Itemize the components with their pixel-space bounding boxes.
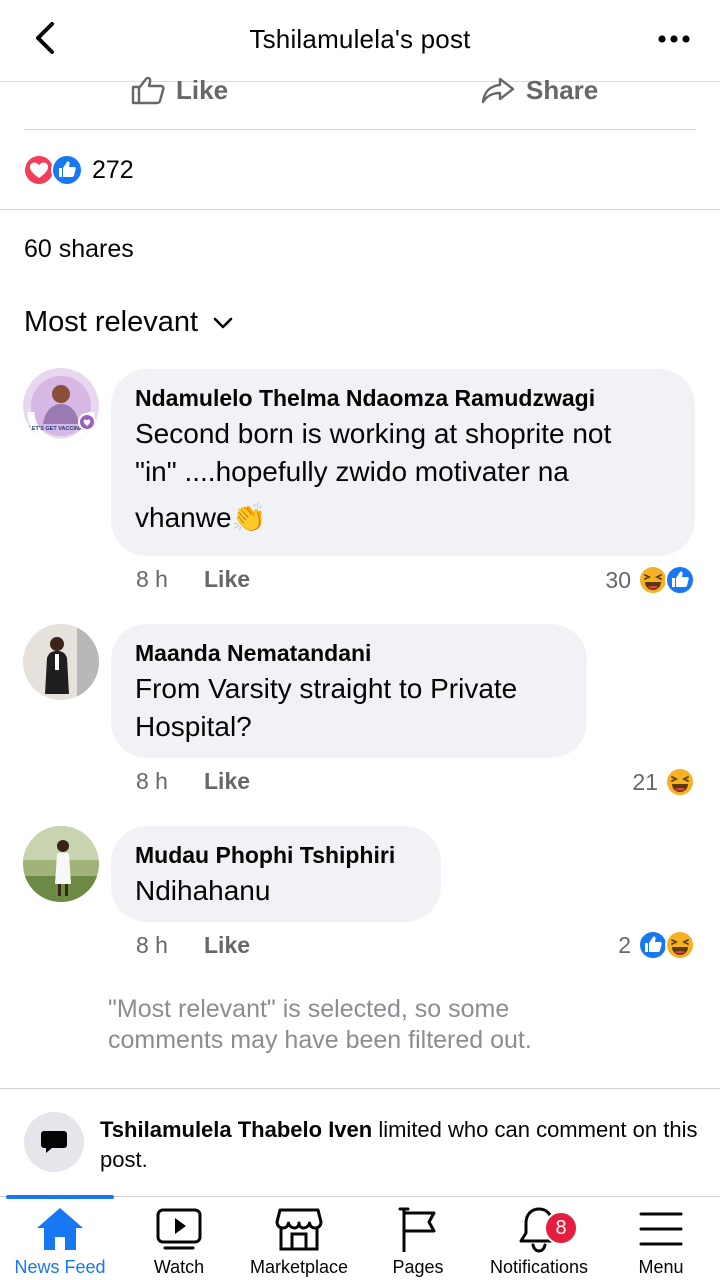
- comment-meta: 8 h Like: [136, 932, 250, 959]
- comment-time: 8 h: [136, 566, 168, 592]
- comment-like-button[interactable]: Like: [204, 932, 250, 959]
- top-bar: Tshilamulela's post: [0, 0, 720, 82]
- filter-notice-line: comments may have been filtered out.: [108, 1026, 532, 1054]
- post-like-label: Like: [176, 74, 229, 105]
- limit-notice-text: post.: [100, 1147, 148, 1172]
- comment-time: 8 h: [136, 932, 168, 958]
- comment-line: Hospital?: [135, 711, 252, 742]
- reactions-summary[interactable]: 272: [22, 150, 134, 190]
- sort-label: Most relevant: [24, 306, 199, 338]
- post-like-button[interactable]: Like: [130, 75, 228, 105]
- comment-reaction-count: 30: [605, 566, 631, 593]
- comment-reaction-count: 21: [632, 768, 658, 795]
- tab-label: News Feed: [14, 1257, 106, 1277]
- comment-line: From Varsity straight to Private: [135, 673, 518, 704]
- haha-reaction-icon: [665, 930, 695, 960]
- comment-author[interactable]: Ndamulelo Thelma Ndaomza Ramudzwagi: [135, 383, 671, 413]
- bottom-tab-bar: News Feed Watch Marketplace Pages 8 Noti…: [0, 1195, 720, 1280]
- limit-notice-text: limited who can comment on this: [372, 1117, 698, 1142]
- comment-line: Ndihahanu: [135, 875, 271, 906]
- divider: [0, 209, 720, 210]
- comment-meta: 8 h Like: [136, 768, 250, 795]
- avatar[interactable]: LET'S GET VACCINATED: [23, 368, 99, 444]
- tab-label: Notifications: [489, 1257, 589, 1277]
- comment-like-button[interactable]: Like: [204, 566, 250, 593]
- limit-notice-author[interactable]: Tshilamulela Thabelo Iven: [100, 1117, 372, 1142]
- tab-label: Watch: [153, 1257, 205, 1277]
- tab-notifications[interactable]: 8 Notifications: [476, 1197, 602, 1280]
- filter-notice: "Most relevant" is selected, so some com…: [108, 994, 628, 1056]
- comment-bubble[interactable]: Ndamulelo Thelma Ndaomza Ramudzwagi Seco…: [111, 369, 695, 556]
- comment-text: From Varsity straight to Private Hospita…: [135, 670, 563, 746]
- comment-author[interactable]: Maanda Nematandani: [135, 638, 563, 668]
- avatar[interactable]: [23, 624, 99, 700]
- comment-reaction-count: 2: [618, 931, 631, 958]
- share-icon: [481, 77, 515, 104]
- comment-limit-notice: Tshilamulela Thabelo Iven limited who ca…: [100, 1115, 720, 1175]
- shares-count[interactable]: 60 shares: [24, 235, 134, 264]
- avatar[interactable]: [23, 826, 99, 902]
- post-actions: Like Share: [24, 75, 696, 130]
- tab-pages[interactable]: Pages: [360, 1197, 476, 1280]
- comment-line: "in" ....hopefully zwido motivater na: [135, 456, 569, 487]
- comment-meta: 8 h Like: [136, 566, 250, 593]
- tab-label: Menu: [638, 1257, 684, 1277]
- comment-reactions[interactable]: 21: [632, 766, 696, 798]
- speech-bubble-icon: [41, 1131, 67, 1153]
- comment-line: vhanwe👏: [135, 502, 267, 533]
- tab-marketplace[interactable]: Marketplace: [238, 1197, 360, 1280]
- comment-reactions[interactable]: 30: [605, 564, 696, 596]
- comment-bubble[interactable]: Maanda Nematandani From Varsity straight…: [111, 624, 587, 758]
- flag-icon: [398, 1207, 436, 1252]
- divider: [0, 1088, 720, 1089]
- notification-badge: 8: [544, 1211, 578, 1245]
- tab-menu[interactable]: Menu: [602, 1197, 720, 1280]
- thumbs-up-outline-icon: [131, 76, 165, 105]
- tab-watch[interactable]: Watch: [120, 1197, 238, 1280]
- home-icon: [37, 1208, 83, 1250]
- watch-icon: [156, 1208, 202, 1250]
- post-share-label: Share: [526, 74, 599, 105]
- reaction-count: 272: [92, 155, 134, 184]
- more-icon: [658, 35, 690, 43]
- comment-text: Ndihahanu: [135, 872, 417, 910]
- post-share-button[interactable]: Share: [480, 75, 598, 105]
- like-reaction-icon: [51, 154, 83, 186]
- tab-news-feed[interactable]: News Feed: [0, 1197, 120, 1280]
- avatar-photo: [23, 624, 99, 700]
- comment-sort-dropdown[interactable]: Most relevant: [24, 306, 234, 339]
- avatar-photo: [23, 826, 99, 902]
- tab-label: Pages: [392, 1257, 444, 1277]
- page-title: Tshilamulela's post: [249, 24, 471, 54]
- comment-author[interactable]: Mudau Phophi Tshiphiri: [135, 840, 417, 870]
- more-options-button[interactable]: [654, 26, 694, 52]
- filter-notice-line: "Most relevant" is selected, so some: [108, 995, 510, 1023]
- chevron-down-icon: [213, 317, 233, 328]
- comment-line: Second born is working at shoprite not: [135, 418, 612, 449]
- comment-bubble[interactable]: Mudau Phophi Tshiphiri Ndihahanu: [111, 826, 441, 922]
- like-reaction-icon: [665, 565, 695, 595]
- comment-limit-icon-wrap: [24, 1112, 84, 1172]
- haha-reaction-icon: [665, 767, 695, 797]
- comment-text: Second born is working at shoprite not "…: [135, 415, 671, 537]
- menu-icon: [639, 1212, 683, 1246]
- tab-label: Marketplace: [249, 1257, 349, 1277]
- marketplace-icon: [275, 1208, 323, 1251]
- comment-time: 8 h: [136, 768, 168, 794]
- comment-reactions[interactable]: 2: [618, 929, 696, 961]
- comment-like-button[interactable]: Like: [204, 768, 250, 795]
- avatar-photo: LET'S GET VACCINATED: [23, 368, 99, 444]
